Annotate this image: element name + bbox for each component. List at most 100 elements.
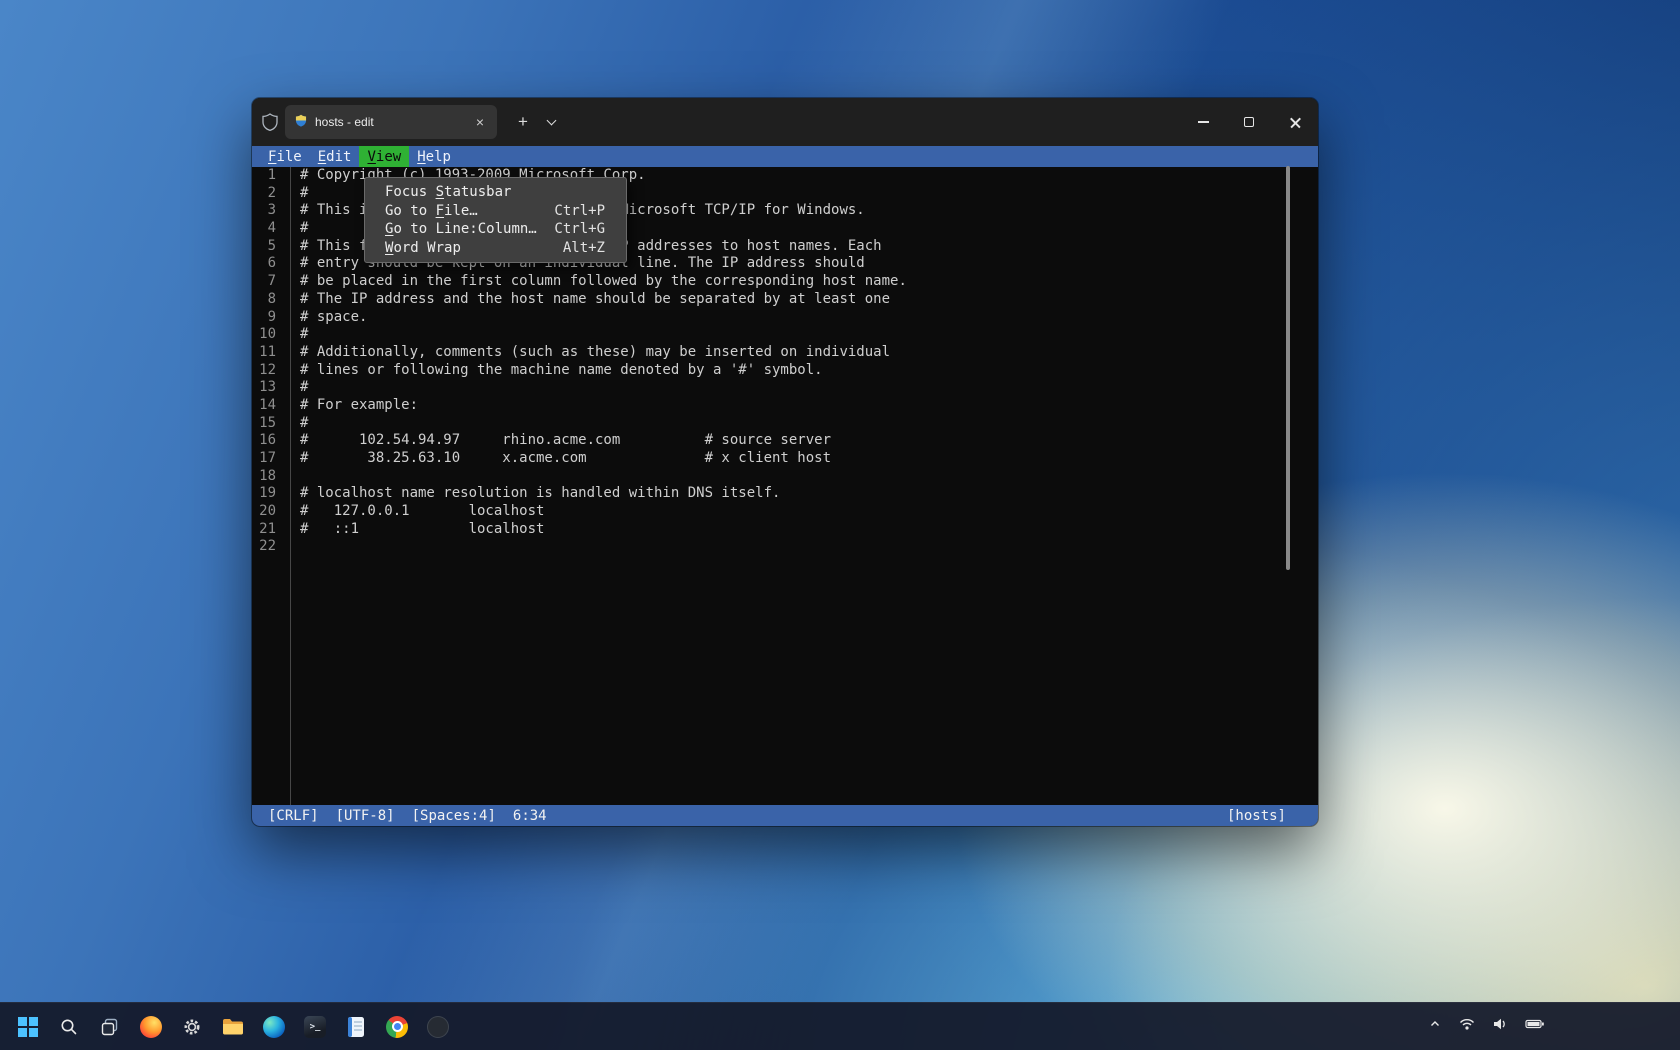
menu-shortcut: Ctrl+G: [554, 220, 605, 239]
app-button[interactable]: [422, 1011, 454, 1043]
line-number: 19: [252, 485, 276, 503]
close-button[interactable]: [1272, 98, 1318, 146]
line-number: 5: [252, 238, 276, 256]
view-menu-item[interactable]: Word Wrap Alt+Z: [365, 239, 626, 258]
close-icon: [1289, 116, 1302, 129]
tab-close-icon[interactable]: [471, 113, 489, 131]
line-text: # lines or following the machine name de…: [276, 362, 823, 380]
admin-shield-icon: [262, 113, 278, 131]
firefox-button[interactable]: [135, 1011, 167, 1043]
task-view-button[interactable]: [94, 1011, 126, 1043]
wifi-icon: [1459, 1016, 1475, 1032]
hidden-icons-button[interactable]: [1428, 1017, 1442, 1036]
status-bar: [CRLF] [UTF-8] [Spaces:4] 6:34 [hosts]: [252, 805, 1318, 826]
taskbar-icons: [12, 1011, 454, 1043]
status-item[interactable]: 6:34: [513, 808, 547, 824]
windows-logo-icon: [17, 1016, 39, 1038]
tab-dropdown-button[interactable]: [539, 108, 563, 136]
editor-line: 19# localhost name resolution is handled…: [252, 485, 1318, 503]
line-number: 9: [252, 309, 276, 327]
editor-line: 18: [252, 468, 1318, 486]
line-text: # 38.25.63.10 x.acme.com # x client host: [276, 450, 831, 468]
line-number: 18: [252, 468, 276, 486]
network-button[interactable]: [1459, 1016, 1475, 1037]
menu-bar: File Edit View Help: [252, 146, 1318, 167]
minimize-icon: [1198, 121, 1209, 123]
line-number: 17: [252, 450, 276, 468]
editor-line: 8# The IP address and the host name shou…: [252, 291, 1318, 309]
line-text: #: [276, 326, 308, 344]
line-number: 8: [252, 291, 276, 309]
edge-icon: [263, 1016, 285, 1038]
menu-item[interactable]: File: [260, 146, 310, 167]
line-number: 7: [252, 273, 276, 291]
status-item[interactable]: [UTF-8]: [336, 808, 395, 824]
editor-line: 11# Additionally, comments (such as thes…: [252, 344, 1318, 362]
line-text: # For example:: [276, 397, 418, 415]
status-left: [CRLF] [UTF-8] [Spaces:4] 6:34: [268, 808, 564, 824]
taskbar: [0, 1002, 1680, 1050]
menu-item[interactable]: View: [359, 146, 409, 167]
menu-item[interactable]: Help: [409, 146, 459, 167]
view-menu-item[interactable]: Go to Line:Column… Ctrl+G: [365, 220, 626, 239]
line-text: # ::1 localhost: [276, 521, 544, 539]
status-item[interactable]: [Spaces:4]: [412, 808, 496, 824]
line-number: 10: [252, 326, 276, 344]
notepad-button[interactable]: [340, 1011, 372, 1043]
editor-line: 21# ::1 localhost: [252, 521, 1318, 539]
status-item[interactable]: [CRLF]: [268, 808, 319, 824]
view-menu-item[interactable]: Focus Statusbar: [365, 183, 626, 202]
editor-line: 7# be placed in the first column followe…: [252, 273, 1318, 291]
maximize-button[interactable]: [1226, 98, 1272, 146]
window-controls: [1180, 98, 1318, 146]
minimize-button[interactable]: [1180, 98, 1226, 146]
chrome-icon: [386, 1016, 408, 1038]
line-number: 3: [252, 202, 276, 220]
line-number: 21: [252, 521, 276, 539]
line-number: 13: [252, 379, 276, 397]
edge-button[interactable]: [258, 1011, 290, 1043]
volume-icon: [1492, 1016, 1508, 1032]
chevron-down-icon: [546, 115, 556, 125]
editor-line: 22: [252, 538, 1318, 556]
new-tab-button[interactable]: [509, 108, 537, 136]
task-view-icon: [100, 1017, 120, 1037]
chrome-button[interactable]: [381, 1011, 413, 1043]
line-text: # 127.0.0.1 localhost: [276, 503, 544, 521]
status-filename[interactable]: [hosts]: [1227, 808, 1286, 824]
line-text: #: [276, 185, 308, 203]
settings-button[interactable]: [176, 1011, 208, 1043]
line-text: # The IP address and the host name shoul…: [276, 291, 890, 309]
line-number: 2: [252, 185, 276, 203]
start-button[interactable]: [12, 1011, 44, 1043]
gutter-separator: [290, 167, 291, 805]
scrollbar-thumb[interactable]: [1286, 166, 1290, 570]
line-text: [276, 468, 300, 486]
line-text: # be placed in the first column followed…: [276, 273, 907, 291]
line-number: 16: [252, 432, 276, 450]
battery-icon: [1525, 1016, 1545, 1032]
menu-shortcut: Alt+Z: [563, 239, 605, 258]
editor-line: 16# 102.54.94.97 rhino.acme.com # source…: [252, 432, 1318, 450]
folder-icon: [222, 1018, 244, 1036]
search-button[interactable]: [53, 1011, 85, 1043]
battery-button[interactable]: [1525, 1016, 1545, 1037]
terminal-button[interactable]: [299, 1011, 331, 1043]
line-number: 6: [252, 255, 276, 273]
search-icon: [59, 1017, 79, 1037]
line-number: 12: [252, 362, 276, 380]
view-menu-dropdown: Focus Statusbar Go to File… Ctrl+P Go to…: [364, 177, 627, 263]
line-number: 20: [252, 503, 276, 521]
menu-item[interactable]: Edit: [310, 146, 360, 167]
view-menu-item[interactable]: Go to File… Ctrl+P: [365, 202, 626, 221]
volume-button[interactable]: [1492, 1016, 1508, 1037]
line-number: 11: [252, 344, 276, 362]
editor-line: 15#: [252, 415, 1318, 433]
file-explorer-button[interactable]: [217, 1011, 249, 1043]
terminal-tab[interactable]: hosts - edit: [285, 105, 497, 139]
line-number: 4: [252, 220, 276, 238]
line-text: [276, 538, 300, 556]
editor-line: 14# For example:: [252, 397, 1318, 415]
app-icon: [427, 1016, 449, 1038]
terminal-window: hosts - edit File Edit View Help 1# Copy…: [252, 98, 1318, 826]
